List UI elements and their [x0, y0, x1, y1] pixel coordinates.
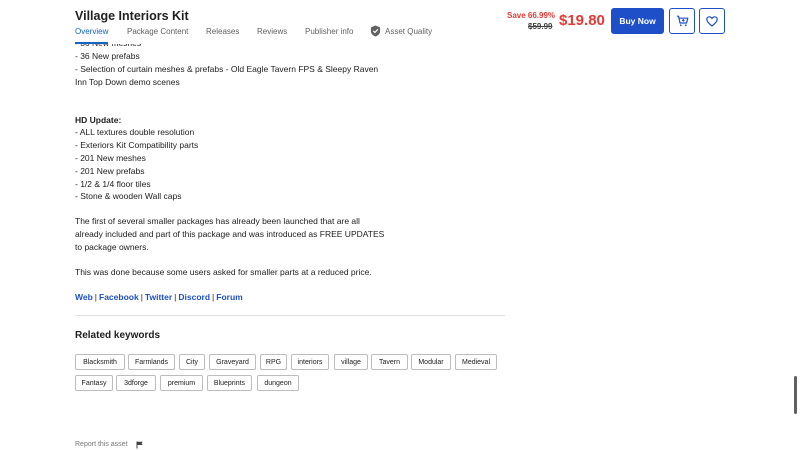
scrollbar-thumb[interactable]: [794, 376, 797, 414]
keyword-tag[interactable]: Blueprints: [207, 375, 252, 391]
product-header: Village Interiors Kit Overview Package C…: [0, 0, 800, 44]
active-tab-indicator: [75, 42, 109, 44]
description-line: - 1/2 & 1/4 floor tiles: [75, 179, 151, 189]
link-separator: |: [94, 292, 98, 302]
tab-package-content[interactable]: Package Content: [127, 27, 188, 44]
keyword-tag[interactable]: 3dforge: [116, 375, 156, 391]
tab-publisher-info[interactable]: Publisher info: [305, 27, 353, 44]
description-line: - Stone & wooden Wall caps: [75, 191, 182, 201]
buy-now-label: Buy Now: [619, 16, 656, 26]
description-line: - 201 New meshes: [75, 153, 146, 163]
description-line: The first of several smaller packages ha…: [75, 216, 360, 226]
keyword-tag[interactable]: interiors: [291, 354, 329, 370]
keyword-tag[interactable]: Tavern: [371, 354, 408, 370]
shield-check-icon: [370, 25, 381, 37]
link-separator: |: [212, 292, 215, 302]
description-line: Inn Top Down demo scenes: [75, 77, 180, 87]
description-line: - 201 New prefabs: [75, 166, 145, 176]
tab-asset-quality[interactable]: Asset Quality: [370, 25, 433, 44]
keyword-tag[interactable]: Farmlands: [128, 354, 175, 370]
link-separator: |: [174, 292, 177, 302]
tab-reviews[interactable]: Reviews: [257, 27, 287, 44]
tab-publisher-info-label: Publisher info: [305, 27, 354, 36]
product-title: Village Interiors Kit: [75, 9, 189, 23]
wishlist-button[interactable]: [699, 8, 725, 34]
heart-icon: [706, 15, 718, 27]
link-facebook[interactable]: Facebook: [99, 292, 139, 302]
link-discord[interactable]: Discord: [178, 292, 210, 302]
keyword-tag[interactable]: village: [334, 354, 368, 370]
description-line: to package owners.: [75, 242, 149, 252]
tab-releases[interactable]: Releases: [206, 27, 239, 44]
buy-now-button[interactable]: Buy Now: [611, 8, 664, 34]
section-divider: [75, 315, 505, 316]
tab-overview[interactable]: Overview: [75, 27, 109, 44]
tab-reviews-label: Reviews: [257, 27, 288, 36]
report-asset-link[interactable]: Report this asset: [75, 441, 128, 448]
discount-label: Save 66.99%: [507, 11, 556, 20]
keyword-tag[interactable]: premium: [160, 375, 203, 391]
keyword-tag[interactable]: RPG: [260, 354, 287, 370]
add-to-cart-button[interactable]: [669, 8, 695, 34]
description-line: - 36 New prefabs: [75, 51, 140, 61]
related-keywords-heading: Related keywords: [75, 330, 161, 341]
cart-icon: [676, 15, 688, 27]
keyword-tag[interactable]: Modular: [411, 354, 451, 370]
link-web[interactable]: Web: [75, 292, 93, 302]
keyword-tag[interactable]: Blacksmith: [75, 354, 125, 370]
link-forum[interactable]: Forum: [216, 292, 242, 302]
tab-overview-label: Overview: [75, 27, 109, 36]
flag-icon: [136, 441, 143, 449]
tab-package-content-label: Package Content: [127, 27, 189, 36]
publisher-links: Web | Facebook | Twitter | Discord | Forum: [75, 292, 243, 302]
description-line: already included and part of this packag…: [75, 229, 385, 239]
keyword-tag[interactable]: Medieval: [455, 354, 497, 370]
tab-asset-quality-label: Asset Quality: [385, 27, 433, 36]
original-price: $59.99: [528, 22, 553, 31]
keyword-tag[interactable]: City: [179, 354, 205, 370]
description-line: - Selection of curtain meshes & prefabs …: [75, 64, 379, 74]
description-line: - ALL textures double resolution: [75, 127, 195, 137]
keyword-tag[interactable]: Fantasy: [75, 375, 113, 391]
keyword-tag[interactable]: Graveyard: [209, 354, 256, 370]
description-line: This was done because some users asked f…: [75, 267, 372, 277]
tab-releases-label: Releases: [206, 27, 240, 36]
link-twitter[interactable]: Twitter: [145, 292, 172, 302]
link-separator: |: [140, 292, 143, 302]
description-line: - Exteriors Kit Compatibility parts: [75, 140, 199, 150]
keyword-tag[interactable]: dungeon: [257, 375, 299, 391]
sale-price: $19.80: [559, 12, 605, 29]
hd-update-heading: HD Update:: [75, 115, 122, 125]
